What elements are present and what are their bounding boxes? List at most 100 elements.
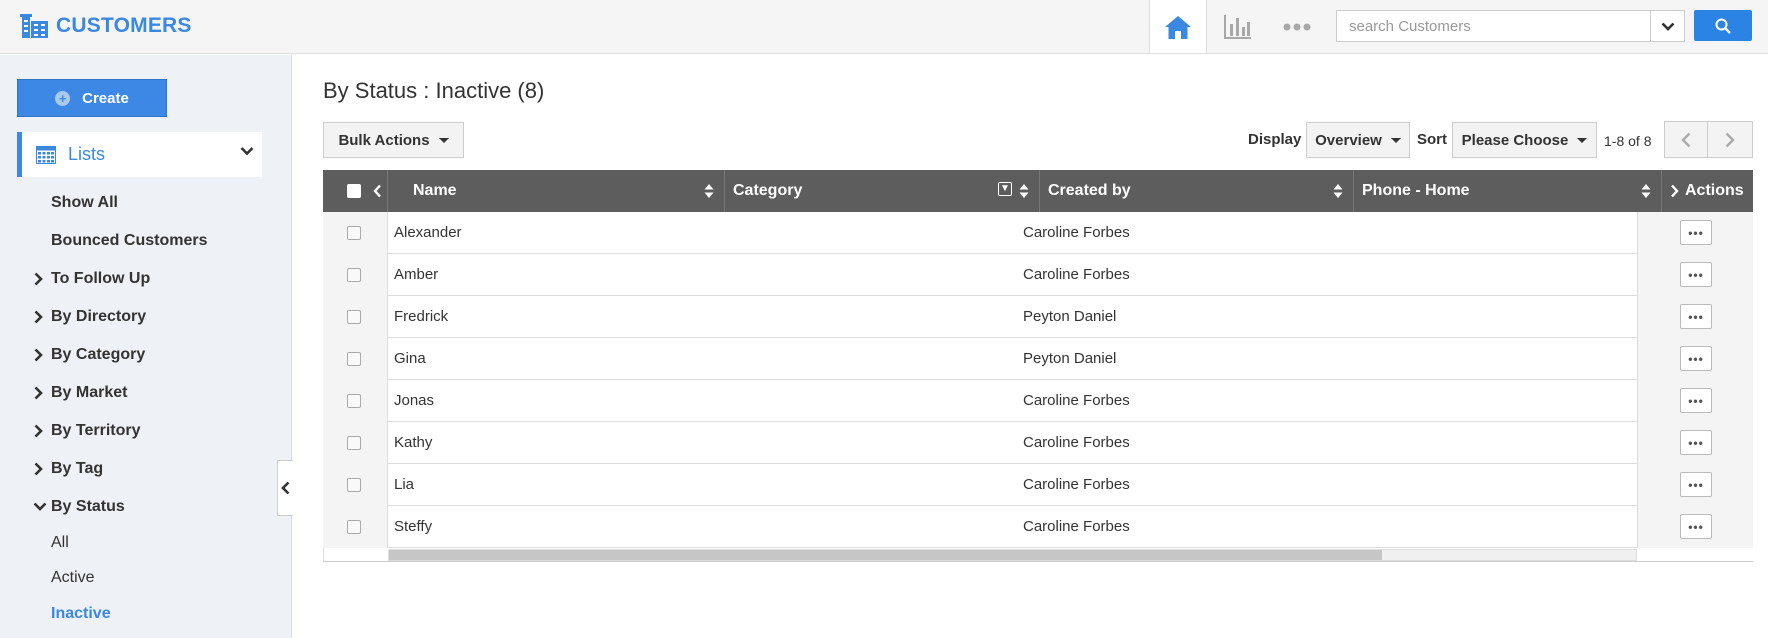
table-row[interactable]: Steffy Caroline Forbes •••	[323, 506, 1753, 548]
select-all-checkbox[interactable]	[347, 184, 361, 198]
row-actions-cell: •••	[1637, 212, 1753, 254]
bulk-actions-button[interactable]: Bulk Actions	[323, 122, 464, 158]
row-checkbox[interactable]	[347, 226, 361, 240]
horizontal-scrollbar[interactable]	[388, 549, 1637, 561]
sidebar-item-by-status[interactable]: By Status	[33, 498, 125, 516]
search-icon	[1715, 18, 1731, 34]
chevron-right-icon	[34, 424, 43, 438]
caret-down-icon	[1577, 137, 1588, 143]
cell-name[interactable]: Gina	[394, 350, 426, 367]
reports-nav-button[interactable]	[1208, 0, 1266, 53]
home-nav-button[interactable]	[1149, 0, 1207, 53]
row-actions-button[interactable]: •••	[1680, 262, 1712, 287]
sort-icon[interactable]	[1019, 183, 1029, 199]
column-header-phone-home[interactable]: Phone - Home	[1354, 170, 1662, 212]
lists-label: Lists	[68, 144, 106, 164]
create-button[interactable]: + Create	[17, 79, 167, 117]
next-page-button[interactable]	[1708, 121, 1753, 158]
search-dropdown-toggle[interactable]	[1650, 11, 1684, 41]
page-title: By Status : Inactive (8)	[323, 78, 545, 103]
sidebar-item-by-market[interactable]: By Market	[34, 384, 127, 402]
cell-created-by: Caroline Forbes	[1023, 224, 1130, 241]
row-select-cell	[323, 380, 388, 422]
home-icon	[1165, 15, 1191, 39]
row-checkbox[interactable]	[347, 478, 361, 492]
display-select[interactable]: Overview	[1306, 122, 1410, 158]
column-header-name[interactable]: Name	[388, 170, 725, 212]
bar-chart-icon	[1224, 14, 1251, 39]
chevron-right-icon[interactable]	[1670, 184, 1679, 198]
cell-name[interactable]: Jonas	[394, 392, 434, 409]
sort-icon[interactable]	[1333, 183, 1343, 199]
column-header-created-by[interactable]: Created by	[1040, 170, 1354, 212]
filter-icon[interactable]: ▼	[998, 182, 1012, 196]
row-actions-button[interactable]: •••	[1680, 220, 1712, 245]
row-actions-cell: •••	[1637, 380, 1753, 422]
row-checkbox[interactable]	[347, 352, 361, 366]
cell-name[interactable]: Alexander	[394, 224, 462, 241]
search-button[interactable]	[1694, 10, 1752, 41]
row-actions-button[interactable]: •••	[1680, 346, 1712, 371]
sort-label: Sort	[1417, 131, 1447, 148]
row-checkbox[interactable]	[347, 520, 361, 534]
sidebar-subitem-all[interactable]: All	[51, 534, 69, 552]
sidebar-collapse-toggle[interactable]	[277, 460, 293, 516]
row-actions-cell: •••	[1637, 254, 1753, 296]
table-row[interactable]: Gina Peyton Daniel •••	[323, 338, 1753, 380]
row-actions-button[interactable]: •••	[1680, 430, 1712, 455]
cell-created-by: Caroline Forbes	[1023, 392, 1130, 409]
cell-name[interactable]: Amber	[394, 266, 438, 283]
row-checkbox[interactable]	[347, 268, 361, 282]
row-checkbox[interactable]	[347, 394, 361, 408]
cell-name[interactable]: Fredrick	[394, 308, 448, 325]
row-actions-button[interactable]: •••	[1680, 514, 1712, 539]
chevron-left-icon[interactable]	[373, 184, 382, 198]
table-row[interactable]: Amber Caroline Forbes •••	[323, 254, 1753, 296]
search-box	[1336, 10, 1685, 42]
chevron-left-icon	[281, 481, 290, 495]
row-checkbox[interactable]	[347, 436, 361, 450]
row-select-cell	[323, 338, 388, 380]
row-actions-button[interactable]: •••	[1680, 472, 1712, 497]
row-checkbox[interactable]	[347, 310, 361, 324]
table-row[interactable]: Lia Caroline Forbes •••	[323, 464, 1753, 506]
display-label: Display	[1248, 131, 1302, 148]
chevron-right-icon	[34, 272, 43, 286]
sidebar-item-by-category[interactable]: By Category	[34, 346, 145, 364]
sidebar-item-label: Bounced Customers	[51, 232, 208, 249]
sidebar-item-by-territory[interactable]: By Territory	[34, 422, 141, 440]
sidebar-item-bounced-customers[interactable]: Bounced Customers	[51, 232, 207, 250]
cell-name[interactable]: Kathy	[394, 434, 432, 451]
sidebar-item-to-follow-up[interactable]: To Follow Up	[34, 270, 150, 288]
sidebar-item-by-directory[interactable]: By Directory	[34, 308, 146, 326]
sidebar-subitem-active[interactable]: Active	[51, 569, 95, 587]
calendar-grid-icon	[36, 145, 56, 164]
plus-circle-icon: +	[55, 90, 71, 106]
column-header-category[interactable]: Category ▼	[725, 170, 1040, 212]
table-row[interactable]: Fredrick Peyton Daniel •••	[323, 296, 1753, 338]
cell-name[interactable]: Lia	[394, 476, 414, 493]
previous-page-button[interactable]	[1664, 121, 1708, 158]
brand[interactable]: CUSTOMERS	[20, 12, 192, 40]
table-row[interactable]: Alexander Caroline Forbes •••	[323, 212, 1753, 254]
row-actions-button[interactable]: •••	[1680, 388, 1712, 413]
chevron-down-icon	[240, 147, 254, 156]
sidebar-item-by-tag[interactable]: By Tag	[34, 460, 103, 478]
row-actions-cell: •••	[1637, 422, 1753, 464]
table-row[interactable]: Kathy Caroline Forbes •••	[323, 422, 1753, 464]
cell-created-by: Peyton Daniel	[1023, 350, 1117, 367]
sort-select[interactable]: Please Choose	[1452, 122, 1597, 158]
scrollbar-thumb[interactable]	[389, 550, 1382, 560]
sidebar-subitem-inactive[interactable]: Inactive	[51, 605, 111, 623]
more-nav-button[interactable]	[1266, 0, 1328, 53]
sort-icon[interactable]	[1641, 183, 1651, 199]
lists-dropdown[interactable]: Lists	[17, 132, 262, 177]
sidebar-item-show-all[interactable]: Show All	[51, 194, 118, 212]
cell-name[interactable]: Steffy	[394, 518, 432, 535]
table-row[interactable]: Jonas Caroline Forbes •••	[323, 380, 1753, 422]
row-actions-button[interactable]: •••	[1680, 304, 1712, 329]
row-actions-cell: •••	[1637, 338, 1753, 380]
search-input[interactable]	[1337, 11, 1650, 41]
sort-icon[interactable]	[704, 183, 714, 199]
sidebar-subitem-label: All	[51, 534, 69, 551]
